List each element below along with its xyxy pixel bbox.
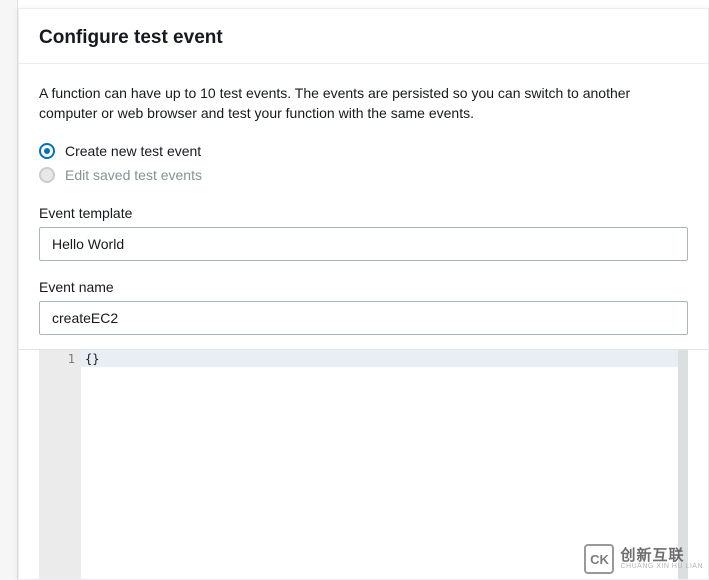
- watermark: CK 创新互联 CHUANG XIN HU LIAN: [584, 544, 703, 574]
- modal-header: Configure test event: [19, 9, 708, 64]
- event-name-input[interactable]: [39, 301, 688, 335]
- radio-edit-label: Edit saved test events: [65, 167, 202, 183]
- background-sidebar-fragment: [0, 0, 18, 580]
- watermark-text: 创新互联 CHUANG XIN HU LIAN: [620, 548, 703, 570]
- modal-body: A function can have up to 10 test events…: [19, 64, 708, 579]
- line-number: 1: [39, 352, 75, 366]
- radio-edit-saved-test-events: Edit saved test events: [39, 163, 688, 187]
- event-template-select-wrap: Hello World: [39, 227, 688, 261]
- radio-button-selected-icon: [39, 143, 55, 159]
- watermark-main: 创新互联: [620, 548, 703, 563]
- event-mode-radio-group: Create new test event Edit saved test ev…: [39, 139, 688, 187]
- event-template-value: Hello World: [52, 236, 124, 252]
- modal-title: Configure test event: [39, 27, 688, 49]
- event-template-label: Event template: [39, 205, 688, 221]
- configure-test-event-modal: Configure test event A function can have…: [18, 8, 709, 580]
- code-content: {}: [85, 352, 99, 366]
- event-name-label: Event name: [39, 279, 688, 295]
- radio-create-label: Create new test event: [65, 143, 201, 159]
- radio-create-new-test-event[interactable]: Create new test event: [39, 139, 688, 163]
- watermark-sub: CHUANG XIN HU LIAN: [620, 563, 703, 570]
- modal-description: A function can have up to 10 test events…: [39, 84, 688, 123]
- event-template-select[interactable]: Hello World: [39, 227, 688, 261]
- radio-button-disabled-icon: [39, 167, 55, 183]
- watermark-logo-icon: CK: [584, 544, 614, 574]
- active-line-highlight: [81, 350, 678, 367]
- code-gutter: 1: [39, 350, 81, 579]
